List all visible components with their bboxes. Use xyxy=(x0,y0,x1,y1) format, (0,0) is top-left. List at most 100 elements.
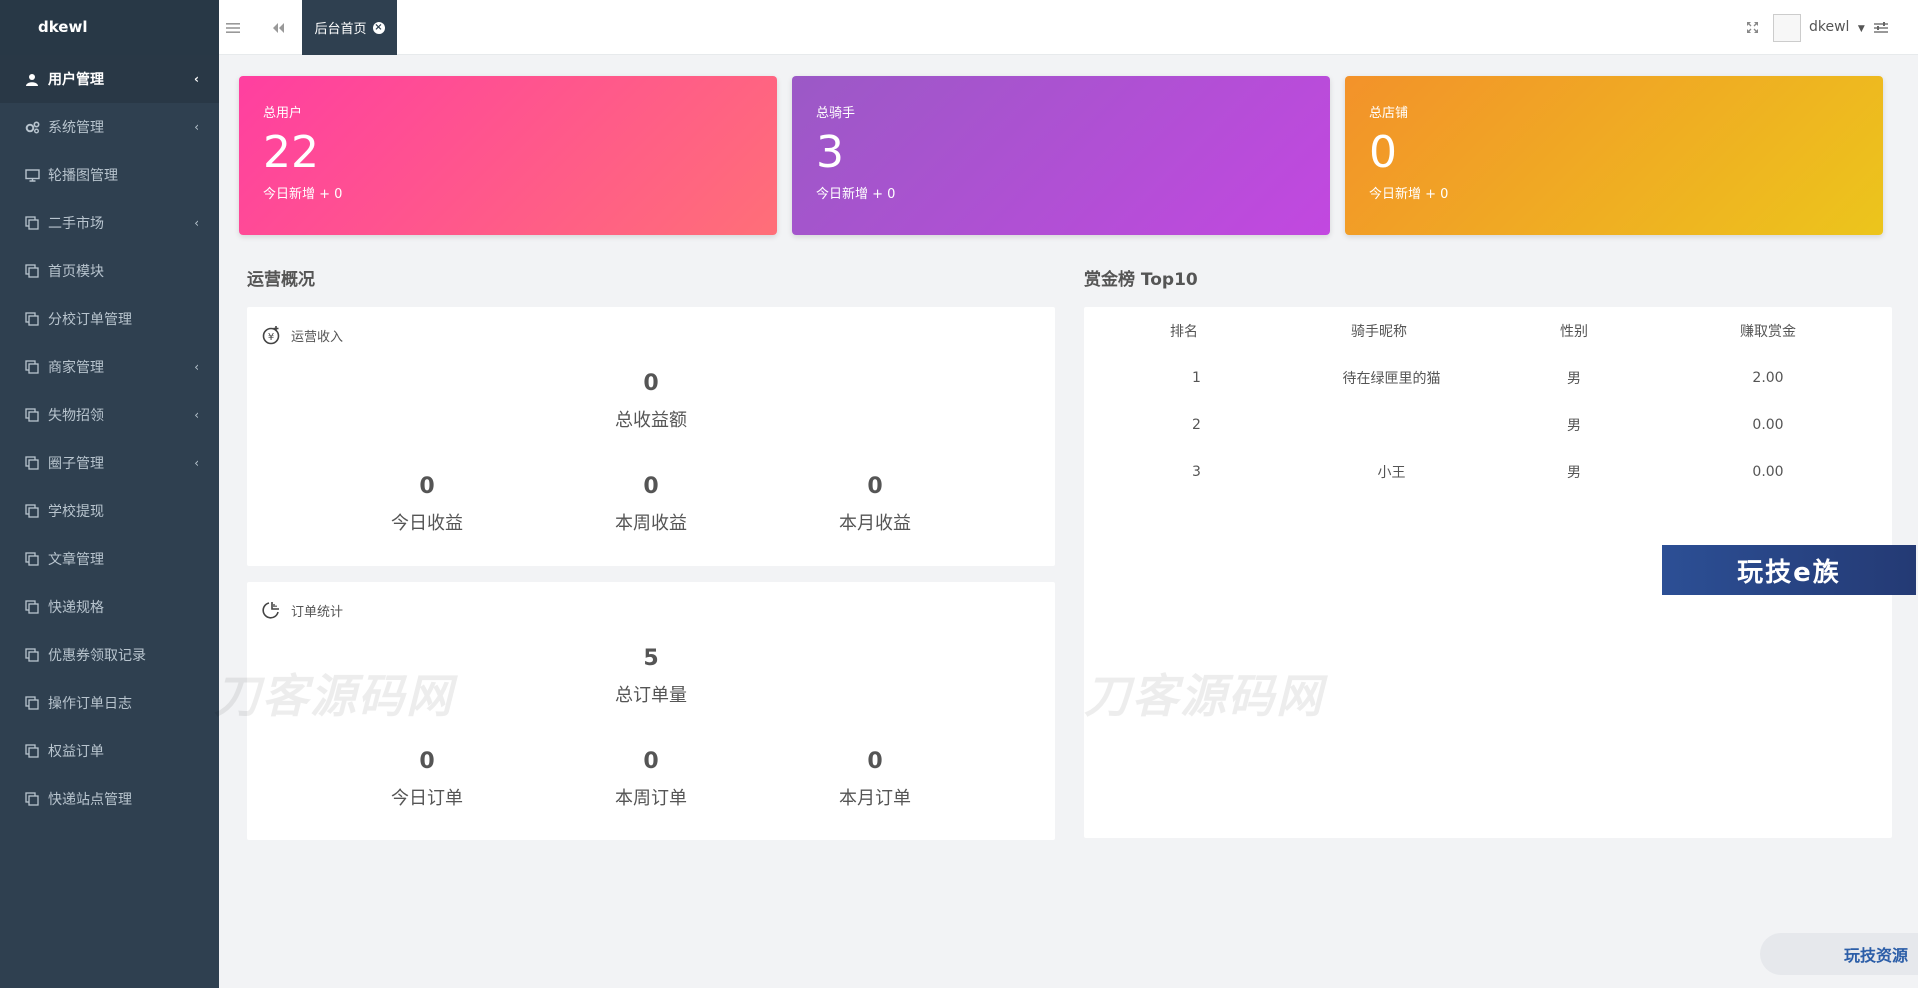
list-settings-icon xyxy=(1874,21,1888,33)
sidebar-item-label: 学校提现 xyxy=(48,504,104,520)
sidebar-item-6[interactable]: 商家管理 ‹ xyxy=(0,343,219,391)
cell-bounty: 0.00 xyxy=(1752,463,1784,480)
table-row: 1 待在绿匣里的猫 男 2.00 xyxy=(1084,354,1892,401)
stat-label: 总店铺 xyxy=(1369,106,1409,121)
metric-total-orders: 5 总订单量 xyxy=(541,646,761,707)
revenue-panel-head: ¥ 运营收入 xyxy=(261,325,343,345)
col-header-rank: 排名 xyxy=(1170,323,1198,340)
sidebar-item-10[interactable]: 文章管理 xyxy=(0,535,219,583)
metric-value: 0 xyxy=(419,749,435,774)
sidebar-item-1[interactable]: 系统管理 ‹ xyxy=(0,103,219,151)
user-icon xyxy=(24,71,40,87)
fullscreen-button[interactable] xyxy=(1739,0,1765,55)
copy-icon xyxy=(24,263,40,279)
close-icon[interactable]: × xyxy=(372,21,385,34)
user-menu[interactable]: dkewl ▼ xyxy=(1809,0,1865,55)
sidebar-item-8[interactable]: 圈子管理 ‹ xyxy=(0,439,219,487)
cell-gender: 男 xyxy=(1567,417,1581,434)
copy-icon xyxy=(24,791,40,807)
sidebar-item-label: 快递站点管理 xyxy=(48,792,132,808)
table-row: 3 小王 男 0.00 xyxy=(1084,448,1892,495)
tab-home-label: 后台首页 xyxy=(314,22,367,37)
chevron-left-icon: ‹ xyxy=(194,216,199,230)
metric-label: 总收益额 xyxy=(615,410,687,431)
orders-panel-head: 订单统计 xyxy=(261,600,343,620)
cell-rank: 1 xyxy=(1192,369,1201,386)
cell-bounty: 2.00 xyxy=(1752,369,1784,386)
stat-value: 22 xyxy=(263,127,319,178)
copy-icon xyxy=(24,455,40,471)
sidebar-item-0[interactable]: 用户管理 ‹ xyxy=(0,55,219,103)
sidebar-item-3[interactable]: 二手市场 ‹ xyxy=(0,199,219,247)
sidebar-item-2[interactable]: 轮播图管理 xyxy=(0,151,219,199)
watermark-right: 刀客源码网 xyxy=(1084,669,1324,723)
copy-icon xyxy=(24,359,40,375)
col-header-gender: 性别 xyxy=(1560,323,1588,340)
stat-sub: 今日新增 + 0 xyxy=(263,187,343,202)
metric-month-revenue: 0 本月收益 xyxy=(765,474,985,535)
metric-value: 0 xyxy=(643,371,659,396)
col-header-nickname: 骑手昵称 xyxy=(1351,323,1407,340)
revenue-icon: ¥ xyxy=(262,326,280,345)
overview-title: 运营概况 xyxy=(247,270,315,290)
sidebar-item-14[interactable]: 权益订单 xyxy=(0,727,219,775)
tab-home[interactable]: 后台首页 × xyxy=(302,0,397,55)
tab-scroll-left-button[interactable] xyxy=(261,0,295,55)
sidebar-item-15[interactable]: 快递站点管理 xyxy=(0,775,219,823)
sidebar-item-label: 首页模块 xyxy=(48,264,104,280)
cell-rank: 3 xyxy=(1192,463,1201,480)
metric-label: 本月收益 xyxy=(839,513,911,534)
table-row: 2 男 0.00 xyxy=(1084,401,1892,448)
avatar[interactable] xyxy=(1773,14,1801,42)
monitor-icon xyxy=(24,167,40,183)
settings-button[interactable] xyxy=(1869,0,1893,55)
metric-week-revenue: 0 本周收益 xyxy=(541,474,761,535)
metric-label: 今日订单 xyxy=(391,788,463,809)
cell-nickname: 小王 xyxy=(1377,464,1406,481)
user-name: dkewl xyxy=(1809,19,1850,35)
metric-label: 本周订单 xyxy=(615,788,687,809)
expand-icon xyxy=(1746,22,1758,33)
sidebar-item-11[interactable]: 快递规格 xyxy=(0,583,219,631)
sidebar-item-13[interactable]: 操作订单日志 xyxy=(0,679,219,727)
ranking-header-row: 排名 骑手昵称 性别 赚取赏金 xyxy=(1084,307,1892,354)
sidebar-item-7[interactable]: 失物招领 ‹ xyxy=(0,391,219,439)
metric-value: 0 xyxy=(867,749,883,774)
sidebar-item-label: 二手市场 xyxy=(48,216,104,232)
copy-icon xyxy=(24,599,40,615)
chevron-left-icon: ‹ xyxy=(194,120,199,134)
stat-card-users: 总用户 22 今日新增 + 0 xyxy=(239,76,777,235)
sidebar-item-label: 快递规格 xyxy=(48,600,104,616)
sidebar-item-label: 文章管理 xyxy=(48,552,104,568)
metric-month-orders: 0 本月订单 xyxy=(765,749,985,810)
sidebar-item-label: 圈子管理 xyxy=(48,456,104,472)
orders-panel-label: 订单统计 xyxy=(291,604,344,620)
copy-icon xyxy=(24,743,40,759)
menu-toggle-button[interactable] xyxy=(219,0,247,55)
ranking-title: 赏金榜 Top10 xyxy=(1084,270,1198,290)
metric-value: 0 xyxy=(419,474,435,499)
sidebar-item-12[interactable]: 优惠券领取记录 xyxy=(0,631,219,679)
metric-value: 0 xyxy=(643,474,659,499)
stat-sub: 今日新增 + 0 xyxy=(816,187,896,202)
cell-rank: 2 xyxy=(1192,416,1201,433)
sidebar-item-4[interactable]: 首页模块 xyxy=(0,247,219,295)
brand-pill[interactable]: 玩技资源 xyxy=(1760,933,1918,975)
copy-icon xyxy=(24,407,40,423)
copy-icon xyxy=(24,503,40,519)
cell-gender: 男 xyxy=(1567,464,1581,481)
watermark-left: 刀客源码网 xyxy=(214,669,454,723)
sidebar-item-9[interactable]: 学校提现 xyxy=(0,487,219,535)
metric-label: 今日收益 xyxy=(391,513,463,534)
sidebar-item-5[interactable]: 分校订单管理 xyxy=(0,295,219,343)
sidebar-item-label: 操作订单日志 xyxy=(48,696,132,712)
stat-label: 总用户 xyxy=(263,106,303,121)
sidebar-item-label: 权益订单 xyxy=(48,744,104,760)
chevron-left-icon: ‹ xyxy=(194,456,199,470)
metric-total-revenue: 0 总收益额 xyxy=(541,371,761,432)
stat-value: 0 xyxy=(1369,127,1397,178)
metric-week-orders: 0 本周订单 xyxy=(541,749,761,810)
copy-icon xyxy=(24,311,40,327)
copy-icon xyxy=(24,695,40,711)
sidebar-item-label: 商家管理 xyxy=(48,360,104,376)
